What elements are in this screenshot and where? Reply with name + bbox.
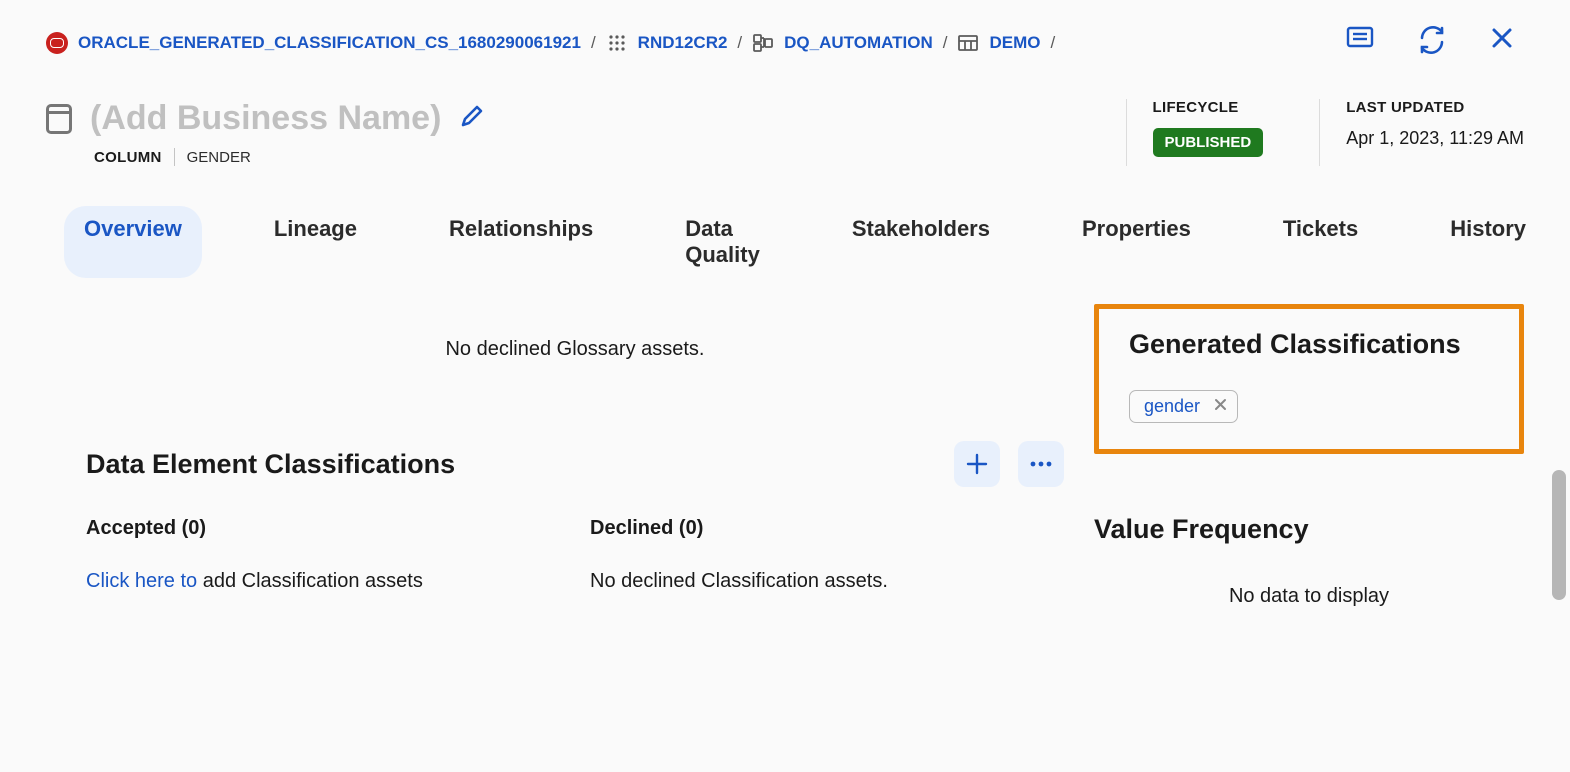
accepted-heading: Accepted (0) xyxy=(86,517,560,540)
dec-section-title: Data Element Classifications xyxy=(86,449,455,480)
classification-chip: gender xyxy=(1129,390,1238,423)
breadcrumb-item-3[interactable]: DEMO xyxy=(989,33,1040,53)
breadcrumb: ORACLE_GENERATED_CLASSIFICATION_CS_16802… xyxy=(46,32,1336,54)
top-actions xyxy=(1346,26,1524,59)
page-title: (Add Business Name) xyxy=(90,99,441,138)
tab-stakeholders[interactable]: Stakeholders xyxy=(832,206,1010,278)
generated-classifications-panel: Generated Classifications gender xyxy=(1094,304,1524,454)
add-classification-button[interactable] xyxy=(954,441,1000,487)
last-updated-label: LAST UPDATED xyxy=(1346,99,1524,116)
accepted-tail-text: add Classification assets xyxy=(197,570,423,592)
edit-title-button[interactable] xyxy=(459,103,485,134)
oracle-logo-icon xyxy=(46,32,68,54)
close-icon[interactable] xyxy=(1490,26,1514,59)
tab-relationships[interactable]: Relationships xyxy=(429,206,613,278)
breadcrumb-separator: / xyxy=(591,33,596,53)
divider xyxy=(174,148,175,166)
tab-overview[interactable]: Overview xyxy=(64,206,202,278)
accepted-body: Click here to add Classification assets xyxy=(86,570,560,593)
generated-classifications-title: Generated Classifications xyxy=(1129,329,1489,360)
value-frequency-title: Value Frequency xyxy=(1094,514,1524,545)
entity-type-label: COLUMN xyxy=(94,149,162,166)
lifecycle-badge: PUBLISHED xyxy=(1153,128,1264,157)
breadcrumb-item-2[interactable]: DQ_AUTOMATION xyxy=(784,33,933,53)
tab-history[interactable]: History xyxy=(1430,206,1546,278)
comments-icon[interactable] xyxy=(1346,26,1374,59)
entity-name: GENDER xyxy=(187,149,251,166)
tab-data-quality[interactable]: Data Quality xyxy=(665,206,780,278)
grid-icon xyxy=(606,32,628,54)
declined-empty-msg: No declined Classification assets. xyxy=(590,570,1064,593)
tabs: Overview Lineage Relationships Data Qual… xyxy=(0,166,1570,278)
chip-remove-icon[interactable] xyxy=(1214,398,1227,416)
tab-tickets[interactable]: Tickets xyxy=(1263,206,1378,278)
breadcrumb-item-0[interactable]: ORACLE_GENERATED_CLASSIFICATION_CS_16802… xyxy=(78,33,581,53)
chip-label[interactable]: gender xyxy=(1144,396,1200,417)
add-classification-link[interactable]: Click here to xyxy=(86,570,197,592)
declined-heading: Declined (0) xyxy=(590,517,1064,540)
table-icon xyxy=(957,32,979,54)
tab-lineage[interactable]: Lineage xyxy=(254,206,377,278)
breadcrumb-separator: / xyxy=(1050,33,1055,53)
last-updated-value: Apr 1, 2023, 11:29 AM xyxy=(1346,128,1524,149)
column-icon xyxy=(46,104,72,134)
breadcrumb-item-1[interactable]: RND12CR2 xyxy=(638,33,728,53)
breadcrumb-separator: / xyxy=(737,33,742,53)
breadcrumb-separator: / xyxy=(943,33,948,53)
lifecycle-label: LIFECYCLE xyxy=(1153,99,1264,116)
refresh-icon[interactable] xyxy=(1418,26,1446,59)
tab-properties[interactable]: Properties xyxy=(1062,206,1211,278)
more-actions-button[interactable] xyxy=(1018,441,1064,487)
schema-icon xyxy=(752,32,774,54)
glossary-empty-msg: No declined Glossary assets. xyxy=(86,338,1064,441)
scrollbar[interactable] xyxy=(1552,470,1566,600)
value-frequency-empty: No data to display xyxy=(1094,585,1524,608)
